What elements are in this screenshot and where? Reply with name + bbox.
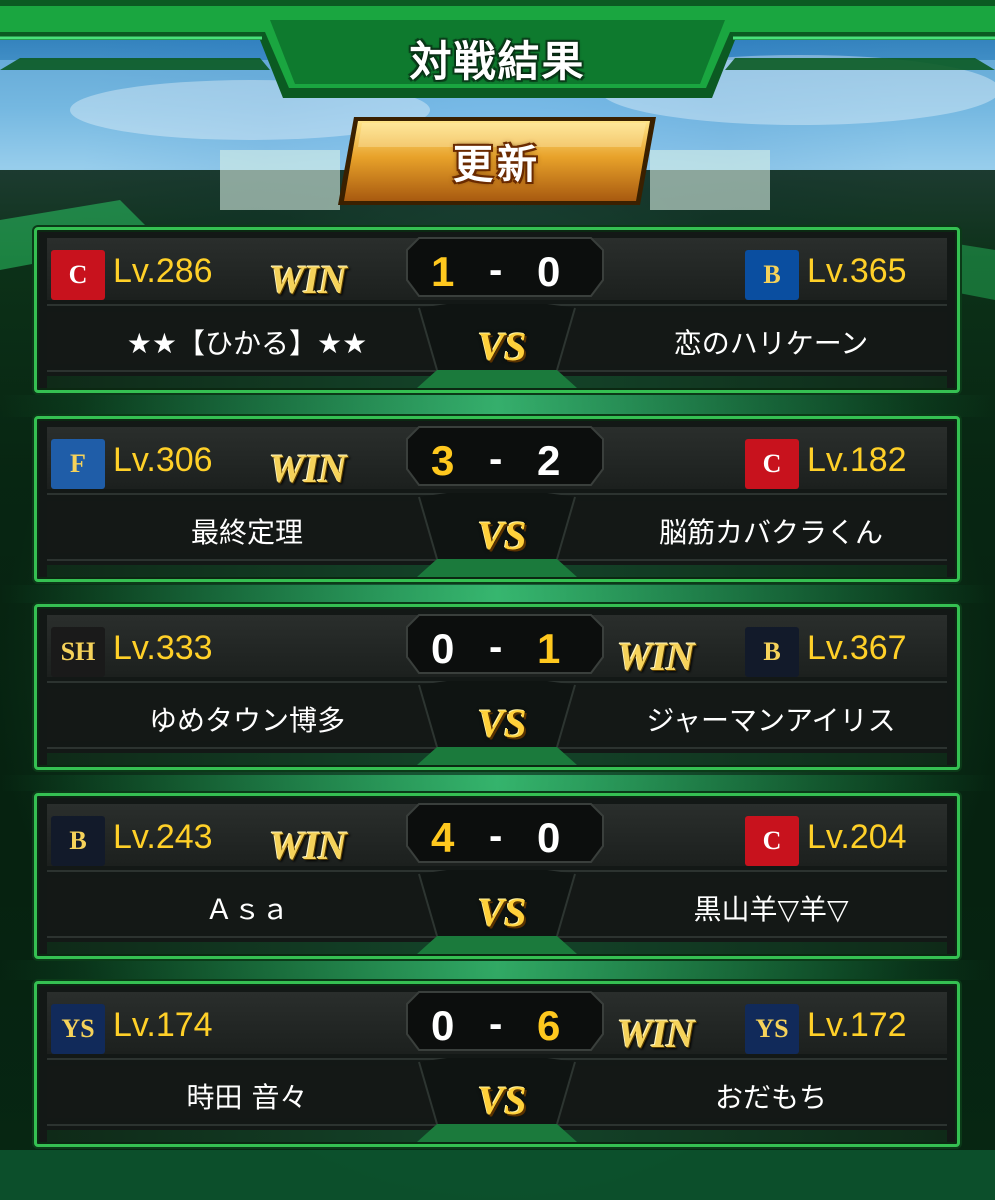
match-result-card[interactable]: F Lv.306 WIN 3 - 2 C Lv.182 VS 最終定理 脳筋カバ… — [34, 416, 960, 582]
left-score: 0 — [431, 1002, 455, 1049]
buffaloes-logo-icon: B — [745, 627, 799, 677]
right-player-level: Lv.172 — [807, 1006, 907, 1044]
left-score: 4 — [431, 814, 455, 861]
right-player-name[interactable]: 恋のハリケーン — [591, 322, 951, 362]
swallows-logo-icon: YS — [51, 1004, 105, 1054]
right-score: 2 — [537, 437, 561, 484]
match-result-card[interactable]: B Lv.243 WIN 4 - 0 C Lv.204 VS Ａｓａ 黒山羊▽羊… — [34, 793, 960, 959]
right-score: 0 — [537, 248, 561, 295]
header: 対戦結果 — [0, 0, 995, 100]
refresh-button-label: 更新 — [453, 142, 541, 188]
score-separator: - — [489, 437, 503, 481]
right-player-name[interactable]: 脳筋カバクラくん — [591, 511, 951, 551]
left-player-level: Lv.306 — [113, 441, 213, 479]
left-player-level: Lv.333 — [113, 629, 213, 667]
hawks-logo-icon: SH — [51, 627, 105, 677]
left-player-name[interactable]: Ａｓａ — [67, 888, 427, 928]
left-player-name[interactable]: 最終定理 — [67, 511, 427, 551]
team-logo-mark: C — [762, 449, 782, 478]
left-player-level: Lv.174 — [113, 1006, 213, 1044]
score-separator: - — [489, 248, 503, 292]
right-score: 1 — [537, 625, 561, 672]
left-win-badge: WIN — [269, 823, 347, 868]
right-score: 6 — [537, 1002, 561, 1049]
baystars-logo-icon: B — [745, 250, 799, 300]
right-win-badge: WIN — [617, 1011, 695, 1056]
score-separator: - — [489, 1002, 503, 1046]
team-logo-mark: B — [763, 637, 781, 666]
carp-logo-icon: C — [745, 816, 799, 866]
right-player-name[interactable]: ジャーマンアイリス — [591, 699, 951, 739]
refresh-button[interactable]: 更新 — [336, 113, 658, 209]
vs-label: VS — [477, 513, 527, 558]
right-score: 0 — [537, 814, 561, 861]
left-player-name[interactable]: 時田 音々 — [67, 1076, 427, 1116]
team-logo-mark: SH — [60, 637, 96, 666]
match-result-card[interactable]: YS Lv.174 0 - 6 WIN YS Lv.172 VS 時田 音々 お… — [34, 981, 960, 1147]
score-separator: - — [489, 814, 503, 858]
team-logo-mark: YS — [61, 1014, 95, 1043]
left-win-badge: WIN — [269, 446, 347, 491]
carp-logo-icon: C — [51, 250, 105, 300]
right-win-badge: WIN — [617, 634, 695, 679]
left-player-name[interactable]: ★★【ひかる】★★ — [67, 322, 427, 362]
left-score: 0 — [431, 625, 455, 672]
left-player-level: Lv.286 — [113, 252, 213, 290]
match-result-card[interactable]: C Lv.286 WIN 1 - 0 B Lv.365 VS ★★【ひかる】★★… — [34, 227, 960, 393]
left-player-name[interactable]: ゆめタウン博多 — [67, 699, 427, 739]
right-player-name[interactable]: 黒山羊▽羊▽ — [591, 888, 951, 928]
team-logo-mark: C — [68, 260, 88, 289]
fighters-logo-icon: F — [51, 439, 105, 489]
left-player-level: Lv.243 — [113, 818, 213, 856]
carp-logo-icon: C — [745, 439, 799, 489]
vs-label: VS — [477, 324, 527, 369]
buffaloes-logo-icon: B — [51, 816, 105, 866]
vs-label: VS — [477, 1078, 527, 1123]
left-score: 1 — [431, 248, 455, 295]
swallows-logo-icon: YS — [745, 1004, 799, 1054]
team-logo-mark: YS — [755, 1014, 789, 1043]
vs-label: VS — [477, 890, 527, 935]
right-player-name[interactable]: おだもち — [591, 1076, 951, 1116]
left-win-badge: WIN — [269, 257, 347, 302]
vs-label: VS — [477, 701, 527, 746]
right-player-level: Lv.204 — [807, 818, 907, 856]
score-separator: - — [489, 625, 503, 669]
team-logo-mark: B — [69, 826, 87, 855]
team-logo-mark: F — [70, 449, 86, 478]
right-player-level: Lv.365 — [807, 252, 907, 290]
team-logo-mark: C — [762, 826, 782, 855]
left-score: 3 — [431, 437, 455, 484]
match-result-card[interactable]: SH Lv.333 0 - 1 WIN B Lv.367 VS ゆめタウン博多 … — [34, 604, 960, 770]
page-title: 対戦結果 — [409, 37, 586, 86]
right-player-level: Lv.182 — [807, 441, 907, 479]
right-player-level: Lv.367 — [807, 629, 907, 667]
team-logo-mark: B — [763, 260, 781, 289]
